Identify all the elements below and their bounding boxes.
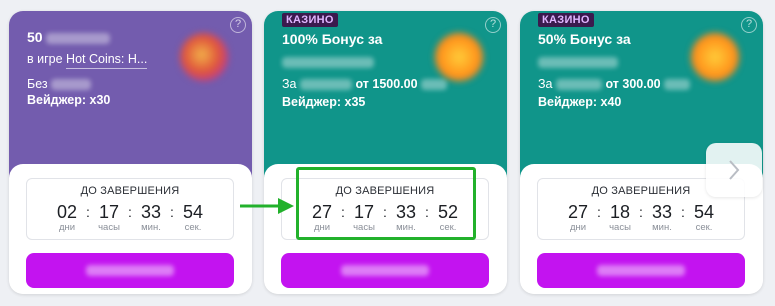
activate-button[interactable] (26, 253, 234, 288)
help-icon[interactable]: ? (741, 17, 757, 33)
help-icon[interactable]: ? (230, 17, 246, 33)
blurred-line (538, 55, 618, 69)
timer-seconds: 54 сек. (693, 202, 715, 233)
annotation-arrow-icon (240, 198, 294, 214)
casino-badge: КАЗИНО (538, 13, 594, 27)
bonus-title: 50% Бонус за (538, 31, 631, 47)
chevron-right-icon (729, 160, 740, 180)
wager-line: Вейджер: x35 (282, 95, 366, 109)
activate-button[interactable] (537, 253, 745, 288)
timer-seconds: 54 сек. (182, 202, 204, 233)
blurred-line (282, 55, 374, 69)
carousel-next-button[interactable] (706, 143, 762, 197)
coin-icon (435, 33, 483, 81)
highlight-frame (296, 167, 476, 240)
bonus-card[interactable]: ? 50 в игре Hot Coins: H... Без Вейджер:… (9, 11, 252, 294)
timer-minutes: 33 мин. (140, 202, 162, 233)
game-link[interactable]: Hot Coins: H... (66, 52, 148, 69)
timer-label: ДО ЗАВЕРШЕНИЯ (80, 185, 180, 197)
condition-line: За от 300.00 (538, 77, 691, 91)
countdown-timer: ДО ЗАВЕРШЕНИЯ 02 дни : 17 часы : 33 мин. : … (26, 178, 234, 240)
card-header: ? 50 в игре Hot Coins: H... Без Вейджер:… (9, 11, 252, 181)
bonus-card[interactable]: КАЗИНО ? 100% Бонус за За от 1500.00 Вей… (264, 11, 507, 294)
timer-minutes: 33 мин. (651, 202, 673, 233)
wager-line: Вейджер: x30 (27, 93, 111, 107)
timer-days: 02 дни (56, 202, 78, 233)
bonus-carousel: ? 50 в игре Hot Coins: H... Без Вейджер:… (0, 0, 775, 306)
timer-hours: 17 часы (98, 202, 120, 233)
game-thumbnail-icon (180, 33, 228, 81)
bonus-title: 100% Бонус за (282, 31, 383, 47)
timer-days: 27 дни (567, 202, 589, 233)
condition-line: Без (27, 77, 92, 91)
timer-hours: 18 часы (609, 202, 631, 233)
condition-line: За от 1500.00 (282, 77, 448, 91)
card-footer: ДО ЗАВЕРШЕНИЯ 02 дни : 17 часы : 33 мин. : … (9, 164, 252, 294)
activate-button[interactable] (281, 253, 489, 288)
bonus-title: 50 (27, 29, 111, 45)
coin-icon (691, 33, 739, 81)
casino-badge: КАЗИНО (282, 13, 338, 27)
game-line: в игре Hot Coins: H... (27, 52, 148, 69)
help-icon[interactable]: ? (485, 17, 501, 33)
wager-line: Вейджер: x40 (538, 95, 622, 109)
card-header: КАЗИНО ? 100% Бонус за За от 1500.00 Вей… (264, 11, 507, 181)
